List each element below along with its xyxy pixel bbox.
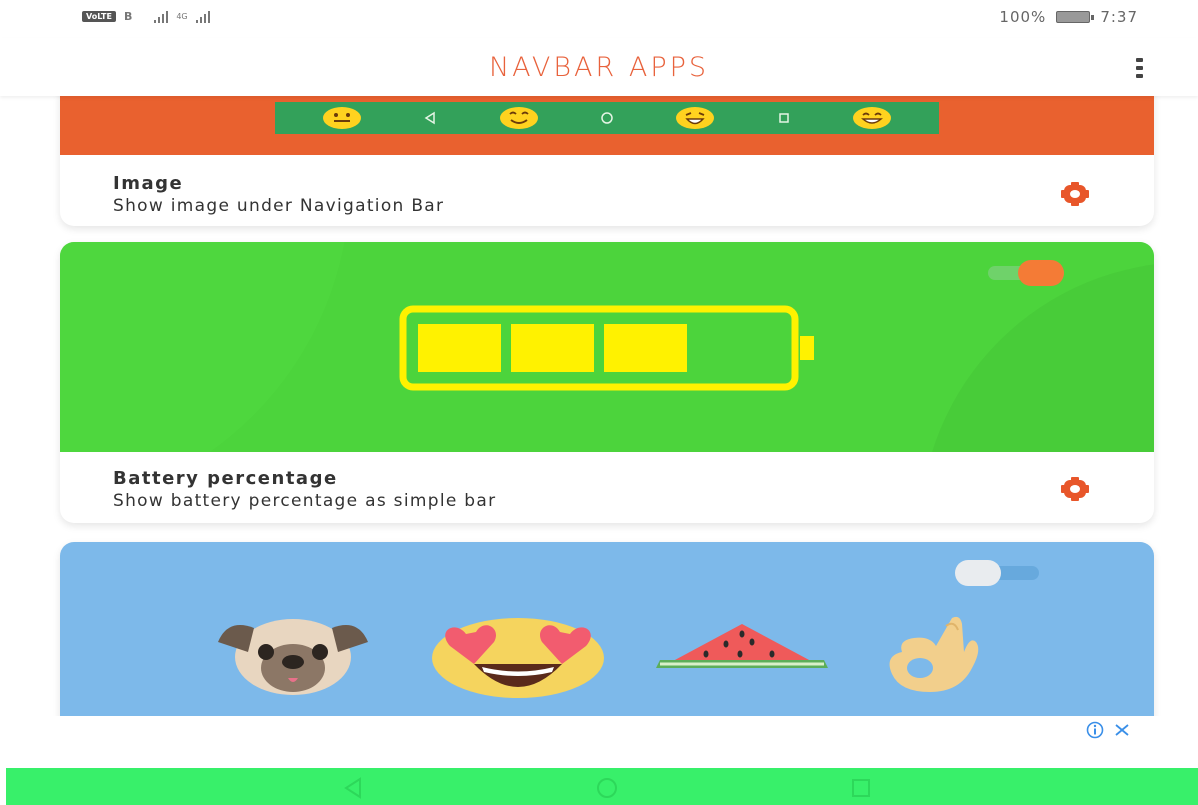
app-bar: NAVBAR APPS xyxy=(0,38,1198,96)
home-icon[interactable] xyxy=(592,776,622,800)
battery-percent: 100% xyxy=(999,8,1047,26)
ad-close-icon[interactable] xyxy=(1114,723,1130,737)
sim-label: B xyxy=(123,10,133,23)
battery-feature-card: Battery percentage Show battery percenta… xyxy=(60,242,1154,523)
card-subtitle: Show battery percentage as simple bar xyxy=(113,491,497,511)
back-icon[interactable] xyxy=(338,776,368,800)
navbar-preview xyxy=(275,102,939,134)
battery-card-banner xyxy=(60,242,1154,452)
volte-badge: VoLTE xyxy=(82,11,116,22)
ad-info-icon[interactable] xyxy=(1086,721,1104,739)
gear-icon[interactable] xyxy=(1058,477,1092,501)
emoji-feature-card xyxy=(60,542,1154,742)
pug-face-icon xyxy=(218,619,368,695)
network-type: 4G xyxy=(176,12,188,21)
card-title: Battery percentage xyxy=(113,468,338,489)
card-subtitle: Show image under Navigation Bar xyxy=(113,196,445,216)
app-title: NAVBAR APPS xyxy=(488,52,710,83)
battery-icon xyxy=(1056,11,1095,23)
smile-emoji-icon xyxy=(322,107,361,129)
ad-icons xyxy=(1086,721,1130,739)
ok-hand-icon xyxy=(889,616,979,692)
watermelon-icon xyxy=(656,624,828,668)
home-circle-icon xyxy=(601,112,613,124)
recents-square-icon xyxy=(779,113,789,123)
battery-segment xyxy=(418,324,501,372)
recents-icon[interactable] xyxy=(846,776,876,800)
battery-card-text: Battery percentage Show battery percenta… xyxy=(113,468,496,511)
status-left-group: VoLTE B 4G xyxy=(82,10,210,23)
laughing-emoji-icon xyxy=(676,107,715,129)
back-triangle-icon xyxy=(424,111,435,125)
heart-eyes-emoji-icon xyxy=(432,618,604,698)
status-right-group: 100% 7:37 xyxy=(999,8,1138,26)
ad-strip xyxy=(0,716,1198,768)
battery-segment xyxy=(511,324,594,372)
image-card-text: Image Show image under Navigation Bar xyxy=(113,173,444,216)
signal-strength-2-icon xyxy=(195,10,210,23)
gear-icon[interactable] xyxy=(1058,182,1092,206)
grin-emoji-icon xyxy=(853,107,892,129)
signal-strength-icon xyxy=(154,10,169,23)
emoji-toggle[interactable] xyxy=(955,560,1039,586)
battery-segment xyxy=(604,324,687,372)
battery-bar-icon xyxy=(399,305,814,391)
card-title: Image xyxy=(113,173,184,194)
system-navigation-bar xyxy=(6,768,1198,805)
more-vert-icon[interactable] xyxy=(1132,58,1146,78)
battery-toggle[interactable] xyxy=(988,260,1068,286)
emoji-card-banner xyxy=(60,542,1154,742)
clock: 7:37 xyxy=(1100,8,1138,26)
happy-emoji-icon xyxy=(499,107,538,129)
status-bar: VoLTE B 4G 100% 7:37 xyxy=(0,0,1198,38)
